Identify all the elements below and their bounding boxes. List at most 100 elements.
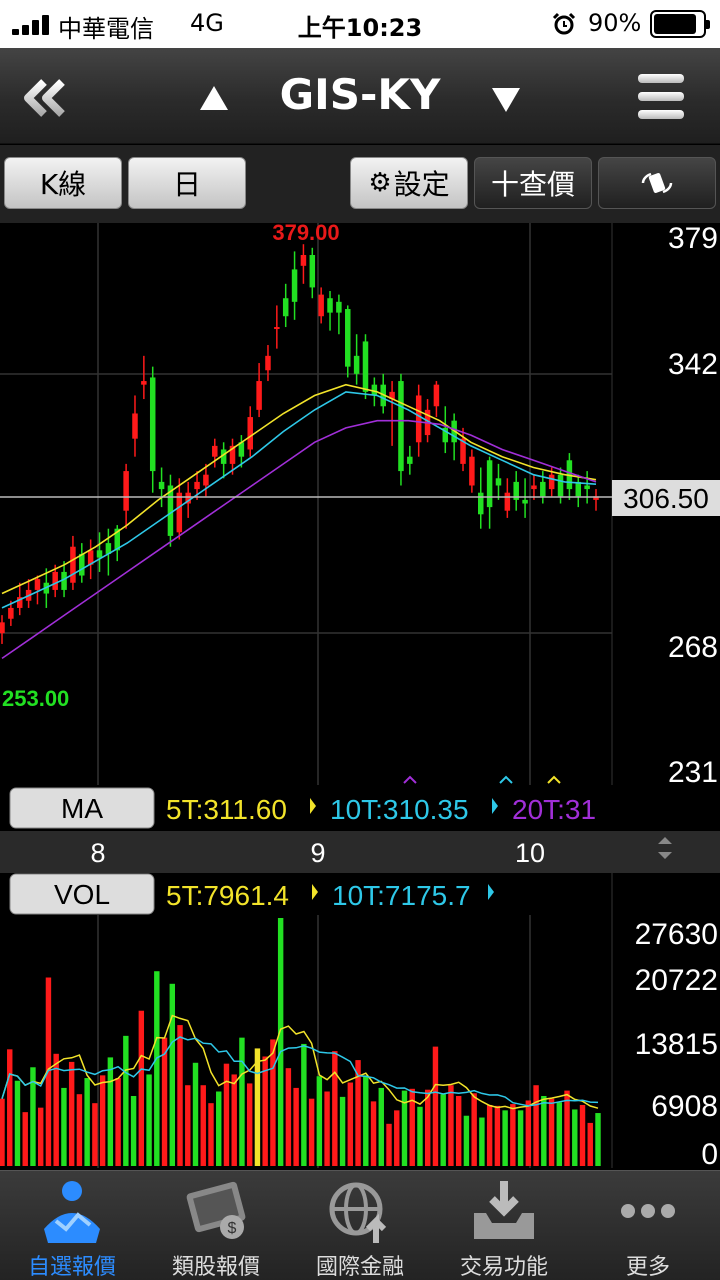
volume-bar <box>262 1056 268 1166</box>
vol-ma5-value: 5T:7961.4 <box>166 880 289 911</box>
low-price-label: 253.00 <box>2 686 69 711</box>
candle-body <box>282 298 289 317</box>
candle-body <box>318 294 324 317</box>
quote-lookup-button[interactable]: 十查價 <box>474 157 592 209</box>
candle-body <box>522 499 528 504</box>
ma5-value: 5T:311.60 <box>166 794 287 825</box>
candle-body <box>575 481 582 497</box>
volume-bar <box>417 1106 423 1166</box>
volume-bar <box>76 1094 83 1166</box>
ma-button[interactable]: MA <box>9 787 155 829</box>
tab-international-finance[interactable]: 國際金融 <box>288 1171 432 1280</box>
candle-body <box>345 309 351 367</box>
rotate-icon <box>641 172 673 194</box>
candle-body <box>309 255 316 288</box>
kline-button[interactable]: K線 <box>4 157 122 209</box>
volume-tick: 20722 <box>635 964 718 997</box>
candle-body <box>353 355 360 374</box>
volume-bar <box>378 1087 384 1166</box>
volume-bar <box>107 1057 114 1166</box>
candle-body <box>34 579 41 590</box>
volume-bar <box>200 1085 206 1166</box>
volume-bar <box>146 1074 152 1166</box>
candle-body <box>265 355 271 371</box>
vol-ma10-value: 10T:7175.7 <box>332 880 471 911</box>
candle-body <box>540 481 546 497</box>
volume-bar <box>324 1091 330 1166</box>
volume-bar <box>394 1110 400 1166</box>
candle-body <box>194 481 200 490</box>
volume-bar <box>216 1091 222 1166</box>
hamburger-menu-icon[interactable] <box>638 74 684 120</box>
tab-sector-quotes[interactable]: $ 類股報價 <box>144 1171 288 1280</box>
stock-chart[interactable]: 306.50 379.00 253.00 379 342 268 231 MA … <box>0 220 720 1171</box>
volume-bar <box>68 1061 75 1166</box>
tab-trading[interactable]: 交易功能 <box>432 1171 576 1280</box>
volume-bar <box>525 1100 532 1166</box>
volume-bar <box>316 1076 323 1166</box>
volume-bar <box>332 1051 338 1166</box>
candle-body <box>274 327 280 330</box>
ma10-value: 10T:310.35 <box>330 794 469 825</box>
candle-body <box>0 622 5 634</box>
volume-bar <box>432 1046 439 1166</box>
candle-body <box>256 381 262 410</box>
volume-bar <box>123 1035 129 1166</box>
rotate-button[interactable] <box>598 157 716 209</box>
volume-bar <box>486 1104 493 1166</box>
candle-body <box>398 381 404 472</box>
volume-bar <box>130 1095 137 1166</box>
volume-bar <box>99 1075 106 1166</box>
period-day-button[interactable]: 日 <box>128 157 246 209</box>
candle-body <box>327 298 333 313</box>
triangle-down-icon[interactable] <box>490 84 522 114</box>
volume-bar <box>169 983 175 1166</box>
candle-body <box>70 546 76 583</box>
volume-bar <box>471 1093 477 1166</box>
chart-area[interactable]: 306.50 379.00 253.00 379 342 268 231 MA … <box>0 220 720 1171</box>
candle-body <box>336 301 342 313</box>
signal-marker <box>547 775 561 784</box>
gear-icon: ⚙ <box>368 168 392 198</box>
candle-body <box>469 456 475 486</box>
candle-body <box>495 478 502 486</box>
volume-bar <box>53 1053 59 1166</box>
vol-button[interactable]: VOL <box>9 873 155 915</box>
tab-label: 類股報價 <box>171 1255 260 1280</box>
candle-body <box>584 485 590 490</box>
candle-body <box>203 474 209 486</box>
candles-layer <box>0 244 599 644</box>
volume-bar <box>370 1101 377 1166</box>
globe-upload-icon <box>329 1182 387 1243</box>
volume-tick: 13815 <box>635 1028 718 1061</box>
volume-bar <box>61 1087 67 1166</box>
nav-bar: GIS-KY <box>0 48 720 144</box>
vol-ma10-arrow-icon <box>488 884 494 900</box>
tab-watchlist[interactable]: 自選報價 <box>0 1171 144 1280</box>
volume-tick: 0 <box>701 1138 718 1168</box>
app-root: { "status_bar": {"carrier": "中華電信", "net… <box>0 0 720 1280</box>
volume-bar <box>208 1103 214 1166</box>
ma20-value: 20T:31 <box>512 794 596 825</box>
settings-label: 設定 <box>393 168 450 201</box>
candle-body <box>362 341 369 392</box>
candle-body <box>176 492 183 533</box>
volume-bar <box>510 1104 516 1166</box>
settings-button[interactable]: ⚙ 設定 <box>350 157 468 209</box>
volume-bar <box>595 1113 601 1166</box>
ma-lines-layer <box>1 383 597 660</box>
ma-button-label: MA <box>61 793 103 824</box>
volume-bar <box>564 1090 570 1166</box>
volume-bar <box>231 1074 237 1166</box>
volume-bar <box>448 1085 454 1166</box>
tab-label: 國際金融 <box>315 1255 404 1280</box>
candle-body <box>557 474 564 497</box>
price-tick: 379 <box>668 223 718 255</box>
volume-bar <box>494 1105 501 1166</box>
x-axis-bar <box>0 831 720 873</box>
volume-bar <box>363 1075 369 1166</box>
battery-icon <box>650 10 710 38</box>
candle-body <box>291 269 298 302</box>
tab-more[interactable]: 更多 <box>576 1171 720 1280</box>
volume-bar <box>7 1049 13 1166</box>
